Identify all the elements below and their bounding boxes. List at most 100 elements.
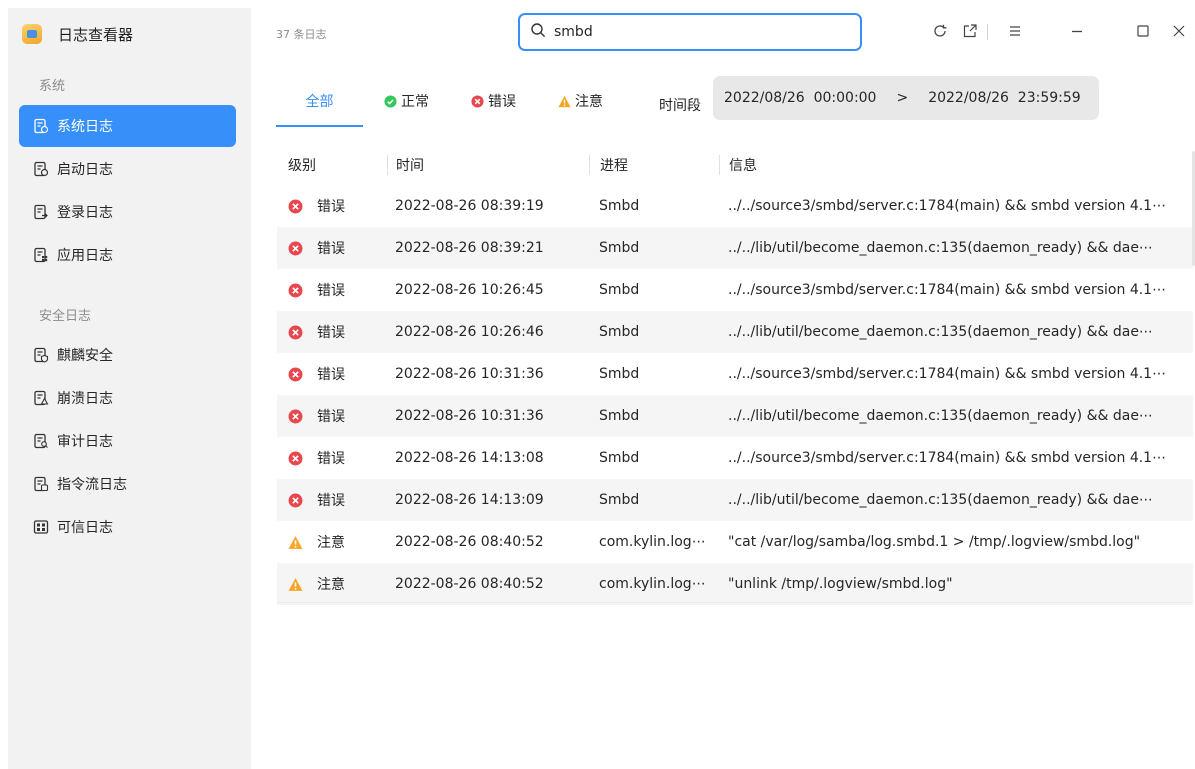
refresh-icon (932, 23, 948, 43)
menu-button[interactable] (1003, 21, 1027, 45)
table-row[interactable]: 错误 2022-08-26 10:31:36 Smbd ../../lib/util/… (277, 395, 1193, 437)
table-row[interactable]: 错误 2022-08-26 10:26:45 Smbd ../../source3/s… (277, 269, 1193, 311)
minimize-button[interactable] (1065, 21, 1089, 45)
tab-label: 正常 (401, 94, 429, 110)
table-body: 错误 2022-08-26 08:39:19 Smbd ../../source3/s… (277, 185, 1193, 605)
cell-info: ../../source3/smbd/server.c:1784(main) &… (728, 366, 1167, 382)
cell-time: 2022-08-26 08:39:19 (395, 198, 544, 214)
close-button[interactable] (1167, 21, 1191, 45)
error-icon (288, 451, 303, 466)
date-range-picker[interactable]: 2022/08/26 00:00:00 > 2022/08/26 23:59:5… (713, 76, 1099, 120)
cell-info: ../../lib/util/become_daemon.c:135(daemo… (728, 492, 1153, 508)
sidebar-item-label: 麒麟安全 (57, 348, 113, 364)
warning-icon (288, 577, 303, 592)
cell-process: Smbd (599, 324, 640, 340)
sidebar-item-kylin-security[interactable]: 麒麟安全 (19, 334, 236, 376)
maximize-icon (1135, 23, 1151, 43)
cell-process: Smbd (599, 492, 640, 508)
cell-process: Smbd (599, 450, 640, 466)
cell-level: 错误 (277, 196, 387, 216)
cell-info: ../../source3/smbd/server.c:1784(main) &… (728, 282, 1167, 298)
cell-level: 错误 (277, 364, 387, 384)
cell-process: Smbd (599, 282, 640, 298)
table-row[interactable]: 错误 2022-08-26 10:26:46 Smbd ../../lib/util/… (277, 311, 1193, 353)
app-log-icon (33, 247, 49, 263)
minimize-icon (1069, 23, 1085, 43)
sidebar-item-label: 应用日志 (57, 248, 113, 264)
cell-time: 2022-08-26 08:40:52 (395, 576, 544, 592)
sidebar-item-label: 崩溃日志 (57, 391, 113, 407)
cell-info: ../../lib/util/become_daemon.c:135(daemo… (728, 324, 1153, 340)
boot-log-icon (33, 161, 49, 177)
level-label: 注意 (317, 577, 345, 593)
sidebar-item-command-log[interactable]: 指令流日志 (19, 463, 236, 505)
table-row[interactable]: 错误 2022-08-26 14:13:08 Smbd ../../source3/s… (277, 437, 1193, 479)
sidebar-item-system-log[interactable]: 系统日志 (19, 105, 236, 147)
cell-time: 2022-08-26 08:40:52 (395, 534, 544, 550)
period-label: 时间段 (659, 98, 701, 114)
cell-time: 2022-08-26 10:26:45 (395, 282, 544, 298)
close-icon (1171, 23, 1187, 43)
tab-label: 全部 (305, 94, 334, 110)
tab-all[interactable]: 全部 (276, 75, 363, 127)
search-icon (530, 22, 546, 42)
cell-level: 错误 (277, 406, 387, 426)
cell-info: ../../source3/smbd/server.c:1784(main) &… (728, 198, 1167, 214)
cell-level: 错误 (277, 280, 387, 300)
sidebar: 日志查看器 系统 系统日志 启动日志 登录日志 应用日志 安全日志 麒麟安全 崩… (8, 8, 251, 769)
table-header: 级别 时间 进程 信息 (277, 145, 1193, 185)
sidebar-item-label: 登录日志 (57, 205, 113, 221)
audit-log-icon (33, 433, 49, 449)
table-row[interactable]: 错误 2022-08-26 08:39:19 Smbd ../../source3/s… (277, 185, 1193, 227)
sidebar-item-app-log[interactable]: 应用日志 (19, 234, 236, 276)
export-button[interactable] (958, 21, 982, 45)
login-log-icon (33, 204, 49, 220)
error-icon (288, 283, 303, 298)
cell-info: ../../source3/smbd/server.c:1784(main) &… (728, 450, 1167, 466)
error-icon (288, 409, 303, 424)
error-icon (288, 367, 303, 382)
cell-info: "cat /var/log/samba/log.smbd.1 > /tmp/.l… (728, 534, 1141, 550)
filter-tabs: 全部 正常 错误 注意 (276, 75, 624, 127)
titlebar-divider (987, 24, 988, 40)
tab-normal[interactable]: 正常 (363, 75, 450, 127)
cell-process: com.kylin.log⋯ (599, 576, 706, 592)
level-label: 错误 (317, 367, 345, 383)
search-input[interactable] (554, 24, 844, 40)
column-header-level[interactable]: 级别 (277, 155, 387, 175)
tab-label: 错误 (488, 94, 516, 110)
sidebar-item-label: 系统日志 (57, 119, 113, 135)
table-row[interactable]: 错误 2022-08-26 08:39:21 Smbd ../../lib/util/… (277, 227, 1193, 269)
cell-time: 2022-08-26 10:31:36 (395, 408, 544, 424)
cell-process: Smbd (599, 198, 640, 214)
sidebar-item-label: 可信日志 (57, 520, 113, 536)
column-header-process[interactable]: 进程 (589, 155, 719, 175)
menu-icon (1007, 23, 1023, 43)
sidebar-item-login-log[interactable]: 登录日志 (19, 191, 236, 233)
command-log-icon (33, 476, 49, 492)
table-row[interactable]: 错误 2022-08-26 14:13:09 Smbd ../../lib/util/… (277, 479, 1193, 521)
system-log-icon (33, 118, 49, 134)
table-row[interactable]: 注意 2022-08-26 08:40:52 com.kylin.log⋯ "cat … (277, 521, 1193, 563)
table-row[interactable]: 注意 2022-08-26 08:40:52 com.kylin.log⋯ "unli… (277, 563, 1193, 605)
cell-level: 错误 (277, 490, 387, 510)
sidebar-item-label: 启动日志 (57, 162, 113, 178)
cell-process: Smbd (599, 240, 640, 256)
tab-error[interactable]: 错误 (450, 75, 537, 127)
main-panel: 37 条日志 全部 正常 (251, 8, 1195, 769)
sidebar-item-boot-log[interactable]: 启动日志 (19, 148, 236, 190)
sidebar-item-crash-log[interactable]: 崩溃日志 (19, 377, 236, 419)
sidebar-section-security: 安全日志 (39, 309, 92, 324)
ok-icon (384, 94, 397, 108)
column-header-info[interactable]: 信息 (719, 155, 1193, 175)
column-header-time[interactable]: 时间 (387, 155, 589, 175)
cell-time: 2022-08-26 14:13:09 (395, 492, 544, 508)
refresh-button[interactable] (928, 21, 952, 45)
tab-warning[interactable]: 注意 (537, 75, 624, 127)
error-icon (288, 325, 303, 340)
sidebar-item-audit-log[interactable]: 审计日志 (19, 420, 236, 462)
sidebar-item-trusted-log[interactable]: 可信日志 (19, 506, 236, 548)
maximize-button[interactable] (1131, 21, 1155, 45)
search-box[interactable] (518, 13, 862, 51)
table-row[interactable]: 错误 2022-08-26 10:31:36 Smbd ../../source3/s… (277, 353, 1193, 395)
